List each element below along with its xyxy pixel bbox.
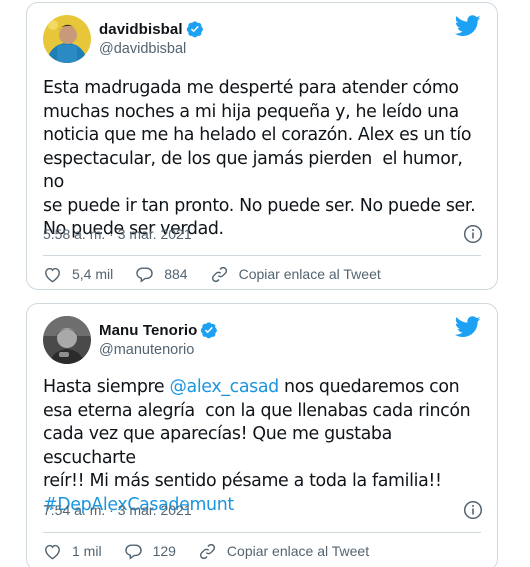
verified-badge-icon (200, 321, 218, 339)
avatar[interactable] (43, 15, 91, 63)
heart-icon (45, 267, 60, 282)
copy-link-label: Copiar enlace al Tweet (238, 266, 381, 282)
tweet-timestamp[interactable]: 7:54 a. m. · 3 mar. 2021 (43, 502, 192, 518)
tweet-text-prefix: Hasta siempre (43, 377, 170, 397)
verified-badge-icon (186, 20, 204, 38)
tweet-text-body: esa eterna alegría con la que llenabas c… (43, 400, 471, 492)
reply-button[interactable]: 884 (135, 265, 188, 284)
tweet-header: Manu Tenorio @manutenorio (43, 316, 481, 364)
twitter-bird-icon[interactable] (454, 316, 481, 338)
like-count: 5,4 mil (72, 266, 114, 282)
like-button[interactable]: 1 mil (43, 542, 102, 561)
info-icon[interactable] (463, 500, 483, 520)
tweet-actions: 1 mil 129 Copiar enlace al Tweet (43, 541, 481, 561)
tweet-actions: 5,4 mil 884 Copiar enlace al Tweet (43, 264, 481, 284)
reply-bubble-icon (136, 266, 153, 283)
copy-link-label: Copiar enlace al Tweet (226, 543, 370, 559)
like-count: 1 mil (72, 543, 102, 559)
display-name[interactable]: davidbisbal (99, 21, 183, 38)
tweet-text-suffix: nos quedaremos con (278, 377, 460, 397)
tweet-header: davidbisbal @davidbisbal (43, 15, 481, 63)
link-icon (199, 543, 215, 559)
tweet-text: Hasta siempre @alex_casad nos quedaremos… (43, 376, 481, 517)
mention-link[interactable]: @alex_casad (169, 377, 279, 397)
copy-link-button[interactable]: Copiar enlace al Tweet (210, 265, 381, 284)
user-handle[interactable]: @manutenorio (99, 342, 218, 358)
reply-count: 129 (152, 543, 176, 559)
display-name[interactable]: Manu Tenorio (99, 322, 197, 339)
tweet-text: Esta madrugada me desperté para atender … (43, 78, 476, 239)
heart-icon (45, 544, 60, 559)
user-handle[interactable]: @davidbisbal (99, 41, 204, 57)
tweet-card-davidbisbal[interactable]: davidbisbal @davidbisbal Esta madrugada … (26, 2, 498, 290)
twitter-bird-icon[interactable] (454, 15, 481, 37)
tweet-timestamp[interactable]: 5:58 a. m. · 3 mar. 2021 (43, 226, 192, 242)
divider (43, 532, 481, 533)
reply-button[interactable]: 129 (124, 542, 176, 561)
avatar[interactable] (43, 316, 91, 364)
reply-count: 884 (164, 266, 188, 282)
user-info: Manu Tenorio @manutenorio (99, 320, 218, 358)
link-icon (211, 266, 227, 282)
like-button[interactable]: 5,4 mil (43, 265, 113, 284)
tweet-card-manutenorio[interactable]: Manu Tenorio @manutenorio Hasta siempre … (26, 303, 498, 567)
copy-link-button[interactable]: Copiar enlace al Tweet (198, 542, 369, 561)
divider (43, 255, 481, 256)
user-info: davidbisbal @davidbisbal (99, 19, 204, 57)
reply-bubble-icon (124, 543, 142, 560)
info-icon[interactable] (463, 224, 483, 244)
